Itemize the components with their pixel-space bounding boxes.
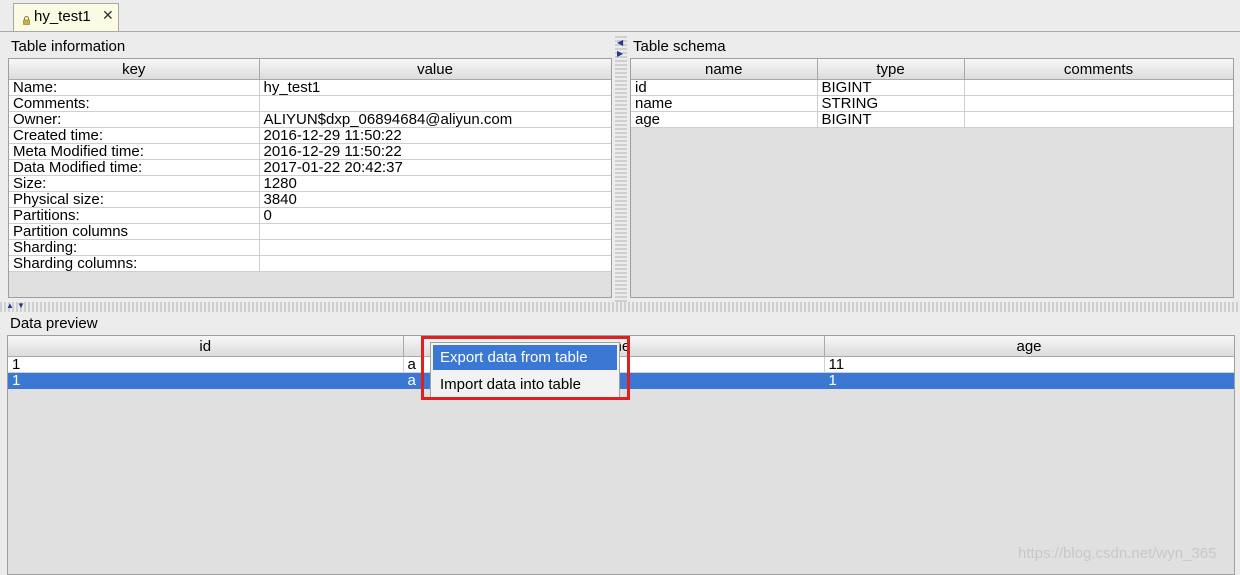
collapse-left-arrow-icon[interactable]: ◀ <box>617 38 623 47</box>
cell-value: 2016-12-29 11:50:22 <box>259 127 611 144</box>
table-info-table: key value Name: hy_test1 Comments: Owner: AL… <box>9 59 611 272</box>
cell-value <box>259 223 611 240</box>
column-header-value[interactable]: value <box>259 59 611 80</box>
editor-tab-bar: hy_test1 ✕ <box>0 0 1240 32</box>
data-preview-grid: id ne age 1 a 11 1 a 1 <box>7 335 1235 575</box>
cell-type: BIGINT <box>817 79 965 96</box>
tab-title: hy_test1 <box>34 8 91 25</box>
table-row[interactable]: Name: hy_test1 <box>9 79 611 96</box>
column-header-id[interactable]: id <box>8 336 404 357</box>
collapse-up-arrow-icon[interactable]: ▲ <box>6 301 14 310</box>
table-information-panel: Table information key value Name: hy_test… <box>5 36 613 302</box>
table-row[interactable]: Created time: 2016-12-29 11:50:22 <box>9 127 611 144</box>
column-header-name[interactable]: name <box>631 59 818 80</box>
cell-value: 2017-01-22 20:42:37 <box>259 159 611 176</box>
table-schema-panel: Table schema name type comments id BIGINT… <box>627 36 1237 302</box>
cell-value: 0 <box>259 207 611 224</box>
cell-value <box>259 239 611 256</box>
table-row[interactable]: id BIGINT <box>631 79 1233 96</box>
cell-key: Sharding columns: <box>9 255 260 272</box>
cell-value: hy_test1 <box>259 79 611 96</box>
table-row[interactable]: Physical size: 3840 <box>9 191 611 208</box>
menu-item-export-data[interactable]: Export data from table <box>433 345 617 370</box>
cell-name: id <box>631 79 818 96</box>
cell-value: 3840 <box>259 191 611 208</box>
cell-age: 1 <box>824 372 1234 389</box>
cell-key: Created time: <box>9 127 260 144</box>
cell-key: Partition columns <box>9 223 260 240</box>
cell-comments <box>964 95 1233 112</box>
table-schema-table: name type comments id BIGINT name STRING age… <box>631 59 1233 128</box>
column-header-type[interactable]: type <box>817 59 965 80</box>
table-info-grid: key value Name: hy_test1 Comments: Owner: AL… <box>8 58 612 298</box>
table-row[interactable]: Partition columns <box>9 223 611 240</box>
cell-comments <box>964 111 1233 128</box>
cell-key: Data Modified time: <box>9 159 260 176</box>
watermark: https://blog.csdn.net/wyn_365 <box>1018 545 1217 562</box>
panel-title: Table schema <box>633 38 726 55</box>
cell-key: Owner: <box>9 111 260 128</box>
table-row[interactable]: age BIGINT <box>631 111 1233 128</box>
table-row[interactable]: Sharding: <box>9 239 611 256</box>
panel-title: Table information <box>11 38 126 55</box>
cell-type: BIGINT <box>817 111 965 128</box>
table-row[interactable]: Owner: ALIYUN$dxp_06894684@aliyun.com <box>9 111 611 128</box>
column-header-key[interactable]: key <box>9 59 260 80</box>
cell-value: ALIYUN$dxp_06894684@aliyun.com <box>259 111 611 128</box>
menu-item-import-data[interactable]: Import data into table <box>433 372 617 397</box>
table-row[interactable]: Partitions: 0 <box>9 207 611 224</box>
cell-id: 1 <box>8 372 404 389</box>
collapse-down-arrow-icon[interactable]: ▼ <box>17 301 25 310</box>
cell-name: name <box>631 95 818 112</box>
table-row[interactable]: Comments: <box>9 95 611 112</box>
cell-key: Comments: <box>9 95 260 112</box>
cell-type: STRING <box>817 95 965 112</box>
table-row[interactable]: name STRING <box>631 95 1233 112</box>
cell-key: Name: <box>9 79 260 96</box>
vertical-splitter[interactable]: ◀ ▶ <box>615 36 627 302</box>
cell-value <box>259 255 611 272</box>
cell-key: Size: <box>9 175 260 192</box>
context-menu: Export data from table Import data into … <box>430 342 620 398</box>
cell-key: Sharding: <box>9 239 260 256</box>
cell-value: 2016-12-29 11:50:22 <box>259 143 611 160</box>
panel-title: Data preview <box>10 315 98 332</box>
table-row[interactable]: Sharding columns: <box>9 255 611 272</box>
table-row[interactable]: 1a1 <box>8 372 1234 389</box>
table-row[interactable]: 1 a 11 <box>8 356 1234 373</box>
table-schema-grid: name type comments id BIGINT name STRING age… <box>630 58 1234 298</box>
data-preview-table: id ne age 1 a 11 1 a 1 <box>8 336 1234 389</box>
table-row[interactable]: Size: 1280 <box>9 175 611 192</box>
tab-hy-test1[interactable]: hy_test1 ✕ <box>13 3 119 31</box>
cell-value <box>259 95 611 112</box>
horizontal-splitter[interactable]: ▲ ▼ <box>0 301 1240 312</box>
cell-id: 1 <box>8 356 404 373</box>
table-row[interactable]: Meta Modified time: 2016-12-29 11:50:22 <box>9 143 611 160</box>
table-row[interactable]: Data Modified time: 2017-01-22 20:42:37 <box>9 159 611 176</box>
data-preview-panel: Data preview id ne age 1 a 11 1 a 1 <box>5 313 1237 575</box>
cell-comments <box>964 79 1233 96</box>
column-header-comments[interactable]: comments <box>964 59 1233 80</box>
cell-key: Meta Modified time: <box>9 143 260 160</box>
lock-icon <box>23 16 30 25</box>
cell-age: 11 <box>824 356 1234 373</box>
collapse-right-arrow-icon[interactable]: ▶ <box>617 49 623 58</box>
column-header-age[interactable]: age <box>824 336 1234 357</box>
close-icon[interactable]: ✕ <box>102 7 114 24</box>
cell-name: age <box>631 111 818 128</box>
cell-key: Physical size: <box>9 191 260 208</box>
cell-key: Partitions: <box>9 207 260 224</box>
cell-value: 1280 <box>259 175 611 192</box>
